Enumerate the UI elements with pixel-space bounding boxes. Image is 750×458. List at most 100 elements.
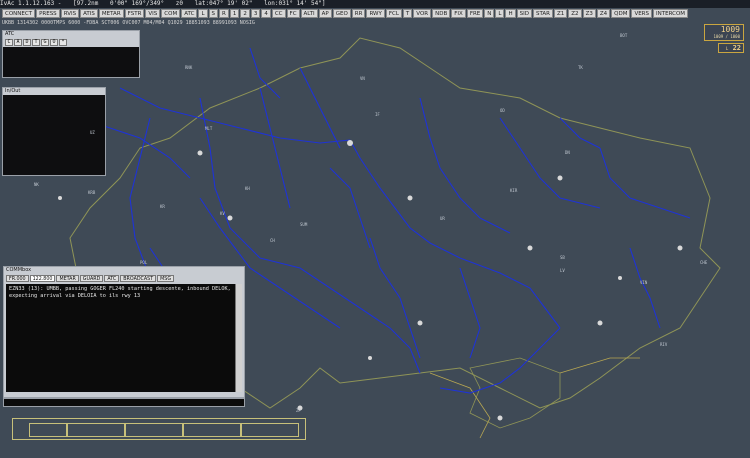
map-label: CHE (700, 260, 708, 265)
toolbar-button-vor[interactable]: VOR (413, 9, 432, 18)
map-label: KRB (88, 190, 96, 195)
comm-tab[interactable]: 122.800 (29, 275, 56, 282)
toolbar-button-rwy[interactable]: RWY (366, 9, 385, 18)
comm-panel-title: COMMbox (4, 267, 244, 274)
atc-tab[interactable]: G (41, 39, 49, 46)
crimea-border (469, 357, 561, 429)
comm-message: expecting arrival via DELOIA to ils rwy … (9, 293, 141, 299)
metar-status-line: UKBB 1314302 0000TMPS 6000 -FDBA SCT006 … (2, 20, 255, 26)
bearing-readout: 0'00" 169°/349° (109, 0, 165, 7)
qnh-sub: 1009 / 1000 (713, 34, 741, 39)
atc-panel: A T C C A D T G O * (2, 30, 140, 78)
map-label: MLT (205, 126, 213, 131)
transition-prefix: L (725, 46, 729, 51)
toolbar-button-sid[interactable]: SID (516, 9, 532, 18)
atc-tab[interactable]: * (59, 39, 67, 46)
lon-readout: lon:031° 14' 54"] (264, 0, 326, 7)
toolbar-button-s[interactable]: S (208, 9, 219, 18)
map-label: POL (140, 260, 148, 265)
comm-tab[interactable]: MSG (157, 275, 175, 282)
toolbar-button-ap[interactable]: AP (318, 9, 332, 18)
toolbar-button-2[interactable]: 2 (240, 9, 250, 18)
atc-tab[interactable]: O (50, 39, 58, 46)
map-label: KV (220, 211, 225, 216)
comm-tab[interactable]: ATC (104, 275, 120, 282)
atc-tab[interactable]: D (23, 39, 31, 46)
map-label: RIV (660, 342, 668, 347)
comm-message: EZN33 (13): UMBB, passing GOGER FL240 st… (9, 286, 231, 292)
lat-readout: lat:047° 19' 02" (194, 0, 253, 7)
toolbar-button-cc[interactable]: CC (271, 9, 286, 18)
map-label: UZ (90, 130, 95, 135)
comm-tab[interactable]: FR.000 (6, 275, 29, 282)
map-label: NK (34, 182, 39, 187)
toolbar-button-z3[interactable]: Z3 (582, 9, 596, 18)
qnh-value: 1009 (720, 25, 740, 34)
map-label: SUM (300, 222, 308, 227)
comm-tab[interactable]: GUARD (79, 275, 104, 282)
transition-value: 22 (732, 44, 741, 52)
atc-tab[interactable]: C (5, 39, 13, 46)
title-bar: IvAc 1.1.12.163 - [97.2nm 0'00" 169°/349… (0, 0, 750, 8)
map-label: TR (110, 270, 115, 275)
toolbar-button-rvis[interactable]: RVIS (60, 9, 80, 18)
toolbar-button-intercom[interactable]: INTERCOM (653, 9, 689, 18)
toolbar-button-fcl[interactable]: FCL (385, 9, 402, 18)
toolbar-button-press[interactable]: PRESS (36, 9, 60, 18)
toolbar-button-n[interactable]: N (484, 9, 495, 18)
toolbar-button-fre[interactable]: FRE (466, 9, 484, 18)
toolbar-button-connect[interactable]: CONNECT (2, 9, 36, 18)
map-label: KH (245, 186, 250, 191)
toolbar-button-3[interactable]: 3 (250, 9, 261, 18)
toolbar-button-fc[interactable]: FC (286, 9, 300, 18)
comm-message-area: EZN33 (13): UMBB, passing GOGER FL240 st… (6, 284, 236, 392)
toolbar-button-ndb[interactable]: NDB (432, 9, 451, 18)
qnh-box: 1009 1009 / 1000 (704, 24, 744, 41)
toolbar-button-metar[interactable]: METAR (98, 9, 124, 18)
toolbar-button-alti[interactable]: ALTI (300, 9, 318, 18)
atc-tab[interactable]: A (14, 39, 22, 46)
toolbar-button-atc[interactable]: ATC (181, 9, 198, 18)
toolbar-button-r[interactable]: R (219, 9, 229, 18)
app-title: IvAc 1.1.12.163 - (0, 0, 62, 7)
toolbar-button-geo[interactable]: GEO (332, 9, 351, 18)
comm-panel: COMMbox FR.000 122.800 METAR GUARD ATC BROADC… (3, 266, 245, 398)
comm-tabs: FR.000 122.800 METAR GUARD ATC BROADCAST MSG (4, 274, 244, 283)
toolbar-button-l[interactable]: L (198, 9, 208, 18)
map-label: RNK (185, 65, 193, 70)
toolbar-button-z4[interactable]: Z4 (596, 9, 611, 18)
inout-panel-title: In/Out (3, 88, 105, 95)
range-scale (12, 418, 306, 440)
toolbar-button-star[interactable]: STAR (532, 9, 553, 18)
comm-tab[interactable]: BROADCAST (120, 275, 157, 282)
toolbar-button-com[interactable]: COM (161, 9, 181, 18)
map-label: KR (160, 204, 165, 209)
toolbar-button-fstr[interactable]: FSTR (124, 9, 145, 18)
map-label: DN (565, 150, 570, 155)
comm-scrollbar[interactable] (235, 284, 242, 392)
map-label: VIN (640, 280, 648, 285)
map-label: ZP (296, 408, 301, 413)
toolbar-button-z2[interactable]: Z2 (568, 9, 582, 18)
toolbar-button-h[interactable]: H (505, 9, 516, 18)
toolbar-button-1[interactable]: 1 (229, 9, 240, 18)
map-label: VN (360, 76, 365, 81)
toolbar-button-z1[interactable]: Z1 (554, 9, 568, 18)
sector-line (559, 357, 640, 374)
comm-tab[interactable]: METAR (56, 275, 79, 282)
toolbar-button-vis[interactable]: VIS (145, 9, 161, 18)
atc-tab[interactable]: T (32, 39, 40, 46)
map-label: BOT (620, 33, 628, 38)
toolbar-button-4[interactable]: 4 (261, 9, 271, 18)
toolbar-button-fix[interactable]: FIX (451, 9, 466, 18)
toolbar-button-t[interactable]: T (402, 9, 413, 18)
atc-tabs: C A D T G O * (3, 38, 139, 47)
sector-line (429, 372, 491, 439)
toolbar-button-vers[interactable]: VERS (631, 9, 652, 18)
toolbar-button-qdm[interactable]: QDM (611, 9, 631, 18)
toolbar-button-rr[interactable]: RR (351, 9, 366, 18)
map-label: KIR (510, 188, 518, 193)
toolbar-button-l[interactable]: L (495, 9, 505, 18)
command-input[interactable] (3, 398, 245, 407)
toolbar-button-atis[interactable]: ATIS (80, 9, 98, 18)
